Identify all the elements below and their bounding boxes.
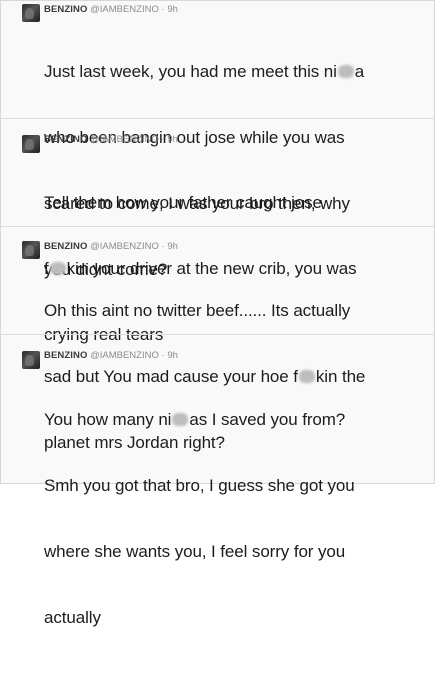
tweet-line: actually <box>44 608 101 627</box>
tweet-line: Tell them how your father caught jose <box>44 193 322 212</box>
tweet-screenshot: BENZINO @IAMBENZINO · 9h Just last week,… <box>0 0 435 627</box>
censor-blur <box>172 413 189 426</box>
tweet-header: BENZINO @IAMBENZINO · 9h <box>44 350 178 362</box>
timestamp[interactable]: 9h <box>167 134 178 145</box>
handle[interactable]: @IAMBENZINO <box>90 134 159 145</box>
tweet-line: You how many ni as I saved you from? <box>44 410 346 429</box>
tweet-header: BENZINO @IAMBENZINO · 9h <box>44 241 178 253</box>
handle[interactable]: @IAMBENZINO <box>90 350 159 361</box>
display-name[interactable]: BENZINO <box>44 350 87 361</box>
display-name[interactable]: BENZINO <box>44 4 87 15</box>
separator: · <box>161 134 165 145</box>
display-name[interactable]: BENZINO <box>44 241 87 252</box>
avatar[interactable] <box>22 241 40 259</box>
avatar[interactable] <box>22 4 40 22</box>
divider <box>1 226 434 227</box>
separator: · <box>161 350 165 361</box>
timestamp[interactable]: 9h <box>167 350 178 361</box>
divider <box>1 334 434 335</box>
timestamp[interactable]: 9h <box>167 241 178 252</box>
tweet-line: Oh this aint no twitter beef...... Its a… <box>44 301 351 320</box>
avatar[interactable] <box>22 351 40 369</box>
handle[interactable]: @IAMBENZINO <box>90 241 159 252</box>
display-name[interactable]: BENZINO <box>44 134 87 145</box>
avatar[interactable] <box>22 135 40 153</box>
divider <box>1 118 434 119</box>
tweet-line: where she wants you, I feel sorry for yo… <box>44 542 346 561</box>
timestamp[interactable]: 9h <box>167 4 178 15</box>
handle[interactable]: @IAMBENZINO <box>90 4 159 15</box>
tweet-text: You how many ni as I saved you from? Smh … <box>44 365 429 673</box>
tweet-line: Smh you got that bro, I guess she got yo… <box>44 476 355 495</box>
tweet-line: Just last week, you had me meet this ni a <box>44 62 365 81</box>
tweet-header: BENZINO @IAMBENZINO · 9h <box>44 4 178 16</box>
separator: · <box>161 4 165 15</box>
censor-blur <box>337 65 354 78</box>
separator: · <box>161 241 165 252</box>
tweet-header: BENZINO @IAMBENZINO · 9h <box>44 134 178 146</box>
